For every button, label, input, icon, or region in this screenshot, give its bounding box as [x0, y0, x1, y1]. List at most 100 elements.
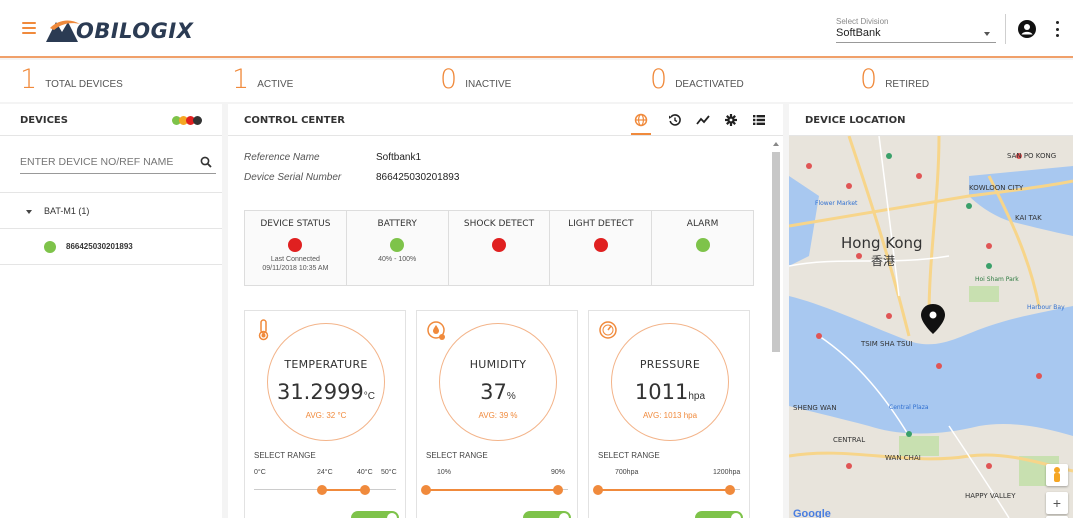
device-location-title: DEVICE LOCATION	[805, 115, 906, 126]
range-label: SELECT RANGE	[426, 451, 488, 460]
location-map[interactable]: Hong Kong 香港 SAN PO KONG KOWLOON CITY KA…	[789, 135, 1073, 518]
map-area-label: CENTRAL	[833, 436, 866, 444]
range-max-label: 50°C	[381, 469, 397, 476]
sensor-average: AVG: 1013 hpa	[642, 411, 698, 420]
range-max-label: 1200hpa	[713, 469, 741, 476]
devices-panel: DEVICES BAT-M1 (1) 866425030201893	[0, 104, 222, 518]
range-slider-fill	[426, 489, 559, 491]
stat-count: 0	[860, 64, 878, 95]
map-area-label: TSIM SHA TSUI	[861, 340, 913, 348]
status-indicator-dot	[491, 238, 506, 252]
sensor-value: 37	[480, 380, 507, 404]
devices-title: DEVICES	[20, 115, 68, 126]
map-poi-label: Flower Market	[815, 200, 858, 207]
range-min-label: 10%	[437, 469, 452, 476]
device-location-panel: DEVICE LOCATION Hong Kong 香港 SAN PO KONG…	[789, 104, 1073, 518]
tree-group-label: BAT-M1 (1)	[44, 206, 90, 216]
device-tree: BAT-M1 (1) 866425030201893	[0, 192, 222, 265]
status-indicator-dot	[593, 238, 608, 252]
range-slider-high-handle[interactable]	[553, 485, 564, 495]
tree-group-bat-m1[interactable]: BAT-M1 (1)	[0, 193, 222, 229]
stat-label: TOTAL DEVICES	[45, 79, 123, 90]
map-area-label: WAN CHAI	[885, 454, 921, 462]
map-city-label: Hong Kong	[841, 234, 923, 252]
range-slider-fill	[322, 489, 365, 491]
map-poi-label: Harbour Bay	[1027, 304, 1065, 311]
device-id-label: 866425030201893	[66, 242, 133, 251]
sensor-reading: 31.2999°C	[268, 380, 384, 404]
top-header: OBILOGIX Select Division SoftBank	[0, 0, 1073, 58]
pressure-card: PRESSURE 1011hpa AVG: 1013 hpa SELECT RA…	[588, 310, 750, 518]
trend-chart-icon[interactable]	[696, 113, 710, 127]
range-min-label: 0°C	[254, 469, 266, 476]
mobilogix-logo[interactable]: OBILOGIX	[44, 14, 193, 48]
tree-device-item[interactable]: 866425030201893	[0, 229, 222, 265]
humidity-card: HUMIDITY 37% AVG: 39 % SELECT RANGE 10% …	[416, 310, 578, 518]
sensor-title: PRESSURE	[639, 358, 701, 371]
thermometer-icon	[258, 319, 269, 341]
status-subtext: Last Connected	[270, 256, 320, 263]
status-title: ALARM	[686, 219, 719, 229]
map-zoom-in-button[interactable]: +	[1046, 492, 1068, 514]
sensor-cards: TEMPERATURE 31.2999°C AVG: 32 °C SELECT …	[244, 310, 774, 518]
sensor-reading: 1011hpa	[612, 380, 728, 404]
stat-active[interactable]: 1 ACTIVE	[232, 66, 293, 94]
sensor-average: AVG: 32 °C	[305, 411, 347, 420]
street-view-pegman-icon[interactable]	[1046, 464, 1068, 486]
app-root: OBILOGIX Select Division SoftBank 1 TOTA…	[0, 0, 1073, 518]
range-slider-low-handle[interactable]	[593, 485, 603, 495]
device-search-input[interactable]	[20, 148, 190, 168]
sensor-reading: 37%	[440, 380, 556, 404]
stat-inactive[interactable]: 0 INACTIVE	[440, 66, 511, 94]
stat-count: 1	[20, 64, 38, 95]
range-slider-low-handle[interactable]	[421, 485, 431, 495]
list-icon[interactable]	[752, 113, 766, 127]
user-account-icon[interactable]	[1018, 20, 1036, 38]
search-icon[interactable]	[200, 156, 212, 168]
stat-deactivated[interactable]: 0 DEACTIVATED	[650, 66, 744, 94]
caret-down-icon[interactable]	[26, 210, 32, 214]
control-center-title: CONTROL CENTER	[244, 115, 345, 126]
sensor-title: HUMIDITY	[469, 358, 527, 371]
humidity-toggle[interactable]	[523, 511, 571, 518]
map-canvas[interactable]	[789, 135, 1073, 518]
stat-label: ACTIVE	[257, 79, 294, 90]
hamburger-menu-icon[interactable]	[22, 22, 36, 34]
pressure-toggle[interactable]	[695, 511, 743, 518]
range-low-label: 24°C	[317, 469, 333, 476]
status-device-status: DEVICE STATUS Last Connected 09/11/2018 …	[245, 211, 347, 285]
device-reference-info: Reference Name Softbank1 Device Serial N…	[244, 152, 459, 192]
sensor-unit: hpa	[688, 391, 706, 402]
map-area-label: SHENG WAN	[793, 404, 837, 412]
legend-dot-dark	[193, 116, 202, 125]
control-center-panel: CONTROL CENTER Reference Name Softbank1 …	[228, 104, 783, 518]
stat-retired[interactable]: 0 RETIRED	[860, 66, 929, 94]
range-slider-low-handle[interactable]	[317, 485, 328, 495]
status-legend-dots[interactable]	[172, 116, 202, 125]
sensor-average: AVG: 39 %	[478, 411, 518, 420]
range-slider-high-handle[interactable]	[725, 485, 736, 495]
range-slider-high-handle[interactable]	[359, 485, 370, 495]
status-title: DEVICE STATUS	[260, 219, 331, 229]
status-subtext: 09/11/2018 10:35 AM	[262, 265, 329, 272]
logo-text: OBILOGIX	[76, 19, 194, 43]
gear-icon[interactable]	[724, 113, 738, 127]
globe-icon[interactable]	[634, 113, 648, 127]
chevron-down-icon	[984, 32, 990, 36]
status-indicator-dot	[695, 238, 710, 252]
device-stats-bar: 1 TOTAL DEVICES 1 ACTIVE 0 INACTIVE 0 DE…	[0, 60, 1073, 102]
history-icon[interactable]	[668, 113, 682, 127]
scroll-up-arrow-icon[interactable]	[773, 142, 779, 146]
sensor-value: 31.2999	[276, 380, 364, 404]
range-min-label: 700hpa	[615, 469, 639, 476]
division-select[interactable]: Select Division SoftBank	[836, 17, 996, 43]
temperature-toggle[interactable]	[351, 511, 399, 518]
map-poi-label: Central Plaza	[889, 404, 929, 411]
active-tab-underline	[631, 133, 651, 135]
division-value-text: SoftBank	[836, 27, 881, 39]
stat-count: 0	[650, 64, 668, 95]
more-options-icon[interactable]	[1055, 21, 1059, 37]
division-select-value[interactable]: SoftBank	[836, 26, 996, 43]
map-area-label: HAPPY VALLEY	[965, 492, 1016, 500]
stat-total-devices[interactable]: 1 TOTAL DEVICES	[20, 66, 123, 94]
